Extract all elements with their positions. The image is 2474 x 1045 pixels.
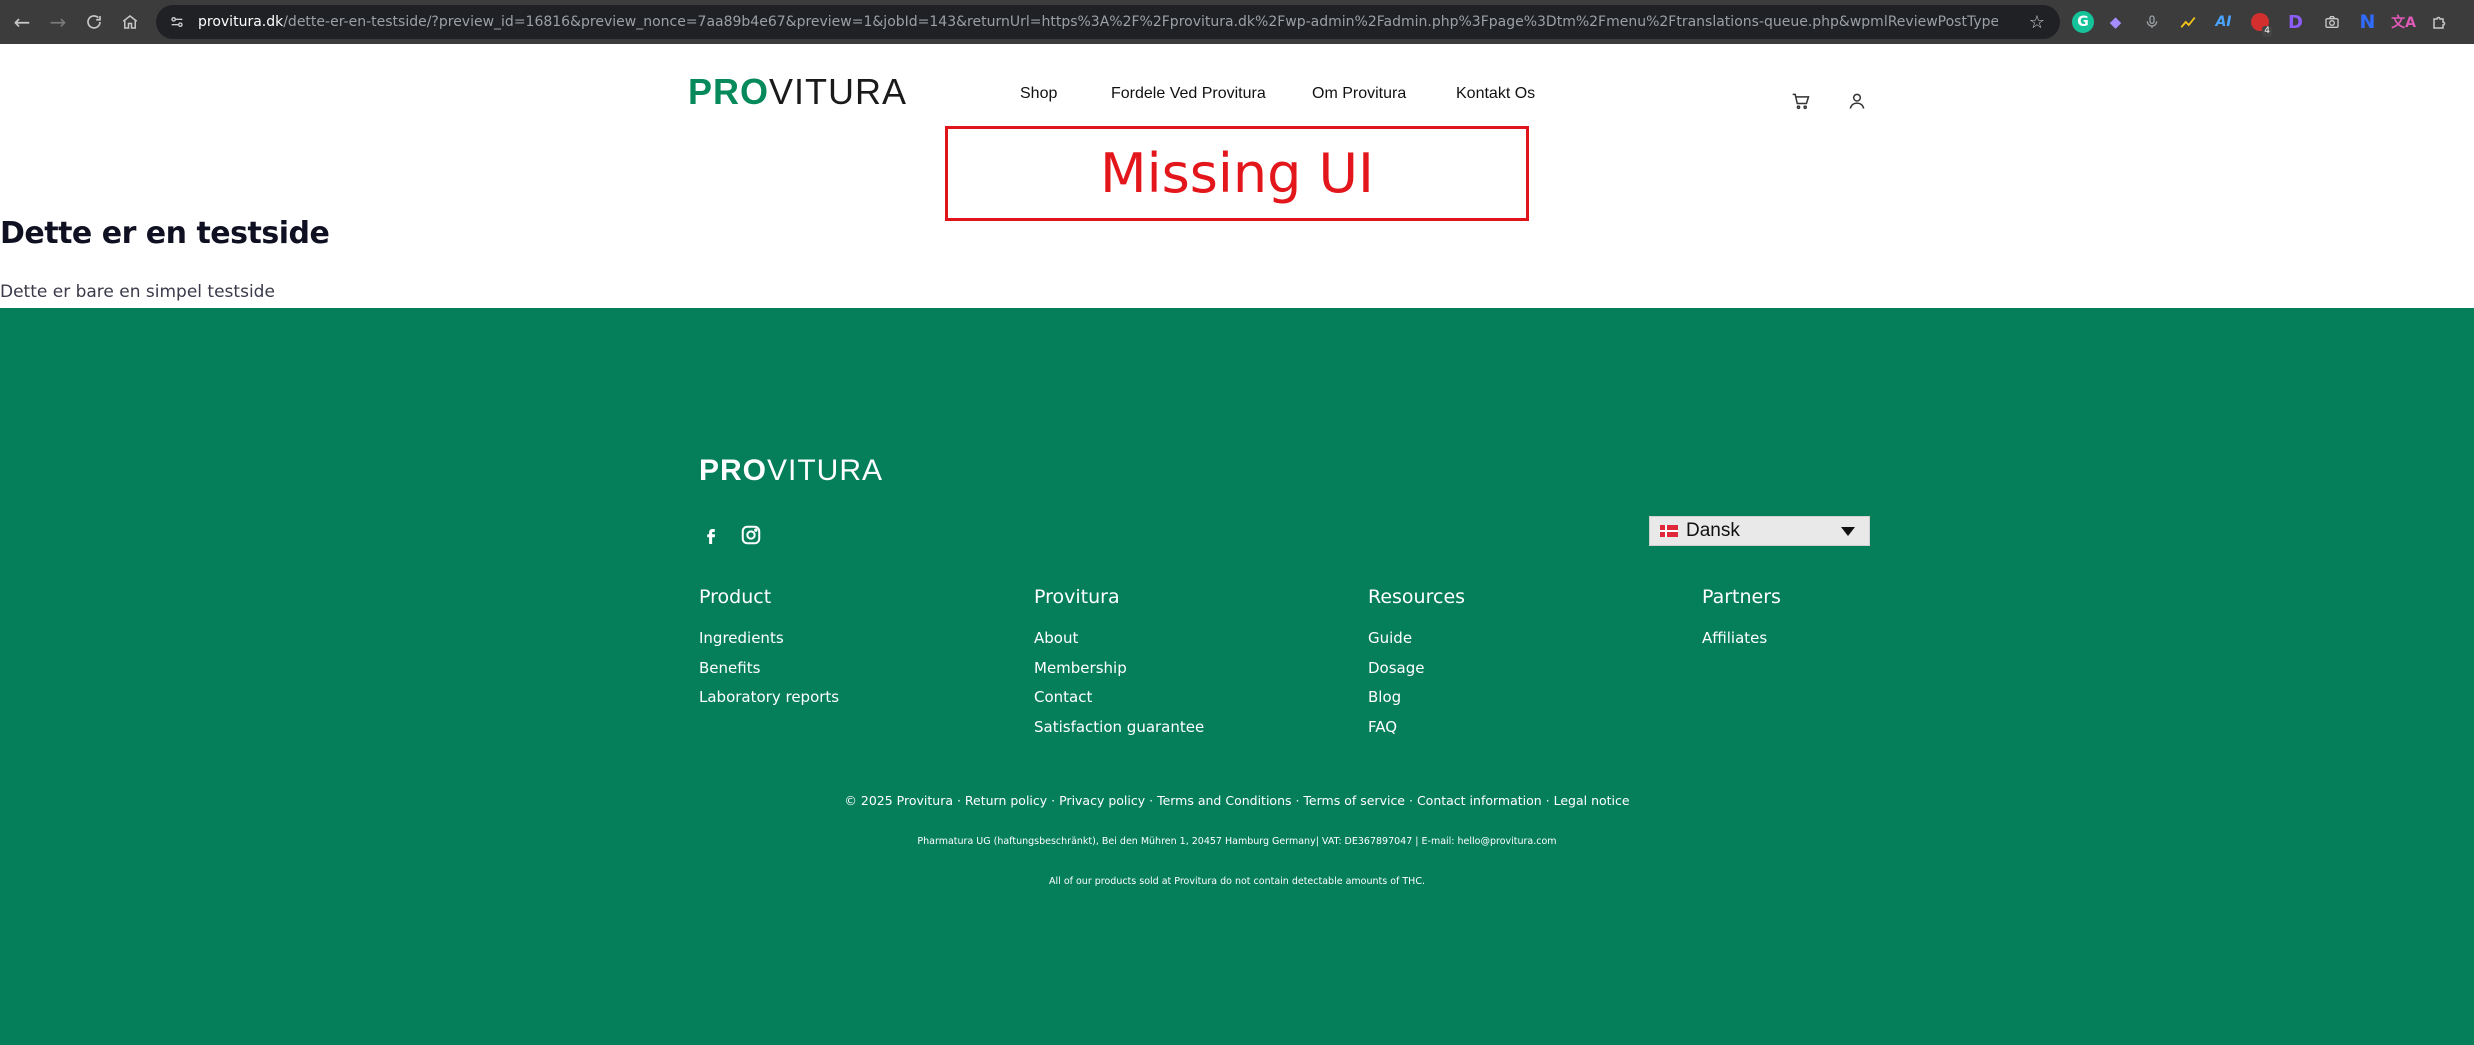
nav-buttons: ← → — [0, 4, 148, 40]
footer-logo[interactable]: PROVITURA — [699, 454, 883, 488]
logo-pro-text: PRO — [688, 71, 770, 112]
url-host: provitura.dk — [198, 14, 284, 30]
thc-notice: All of our products sold at Provitura do… — [1049, 876, 1425, 887]
footer-legal-bar: © 2025 Provitura · Return policy · Priva… — [0, 792, 2474, 810]
site-header: PROVITURA Shop Fordele Ved Provitura Om … — [0, 44, 2474, 122]
home-icon[interactable] — [112, 4, 148, 40]
grammarly-extension-icon[interactable]: G — [2072, 11, 2094, 33]
footer-column-resources: Resources Guide Dosage Blog FAQ — [1368, 584, 1465, 742]
footer-link-guide[interactable]: Guide — [1368, 624, 1465, 654]
denmark-flag-icon — [1660, 525, 1678, 537]
separator: · — [1541, 793, 1554, 808]
missing-ui-placeholder: Missing UI — [945, 126, 1529, 221]
back-icon[interactable]: ← — [4, 4, 40, 40]
purple-diamond-extension-icon[interactable]: ◆ — [2101, 8, 2130, 37]
address-bar[interactable]: provitura.dk/dette-er-en-testside/?previ… — [156, 5, 2060, 39]
account-icon[interactable] — [1844, 88, 1870, 114]
footer-column-provitura: Provitura About Membership Contact Satis… — [1034, 584, 1204, 742]
site-info-icon[interactable] — [162, 9, 192, 35]
footer-link-dosage[interactable]: Dosage — [1368, 654, 1465, 684]
browser-toolbar: ← → provitura.dk/dette-er-en-testside/?p… — [0, 0, 2474, 44]
legal-link-contact-information[interactable]: Contact information — [1417, 793, 1542, 808]
footer-link-benefits[interactable]: Benefits — [699, 654, 839, 684]
page-body-text: Dette er bare en simpel testside — [0, 282, 275, 302]
legal-link-terms-of-service[interactable]: Terms of service — [1303, 793, 1405, 808]
separator: · — [1291, 793, 1304, 808]
separator: · — [953, 793, 965, 808]
translate-extension-icon[interactable]: 文A — [2389, 8, 2418, 37]
footer-link-ingredients[interactable]: Ingredients — [699, 624, 839, 654]
language-selected-value: Dansk — [1686, 520, 1740, 541]
footer-column-product: Product Ingredients Benefits Laboratory … — [699, 584, 839, 713]
dropdown-caret-icon — [1841, 527, 1855, 536]
forward-icon[interactable]: → — [40, 4, 76, 40]
nav-shop[interactable]: Shop — [1020, 84, 1057, 104]
footer-link-satisfaction-guarantee[interactable]: Satisfaction guarantee — [1034, 713, 1204, 743]
page-title: Dette er en testside — [0, 216, 330, 251]
footer-logo-pro-text: PRO — [699, 454, 768, 487]
separator: · — [1047, 793, 1060, 808]
ai-extension-icon[interactable]: AI — [2209, 8, 2238, 37]
url-text: provitura.dk/dette-er-en-testside/?previ… — [198, 14, 1998, 30]
bookmark-star-icon[interactable]: ☆ — [2024, 9, 2050, 35]
legal-link-legal-notice[interactable]: Legal notice — [1554, 793, 1630, 808]
site-logo[interactable]: PROVITURA — [688, 72, 907, 112]
footer-link-faq[interactable]: FAQ — [1368, 713, 1465, 743]
microphone-extension-icon[interactable] — [2137, 8, 2166, 37]
legal-link-privacy-policy[interactable]: Privacy policy — [1059, 793, 1145, 808]
footer-column-heading: Product — [699, 586, 772, 608]
nav-om-provitura[interactable]: Om Provitura — [1312, 84, 1406, 104]
legal-link-terms-and-conditions[interactable]: Terms and Conditions — [1157, 793, 1291, 808]
separator: · — [1405, 793, 1417, 808]
copyright-text: © 2025 Provitura — [844, 793, 953, 808]
language-select[interactable]: Dansk — [1649, 516, 1870, 546]
cart-icon[interactable] — [1788, 88, 1814, 114]
separator: · — [1145, 793, 1158, 808]
footer-link-blog[interactable]: Blog — [1368, 683, 1465, 713]
logo-vitura-text: VITURA — [769, 71, 908, 112]
site-footer: PROVITURA Dansk Product Ingredients Bene… — [0, 308, 2474, 1045]
missing-ui-label: Missing UI — [1100, 141, 1374, 205]
extensions-bar: G ◆ AI 4 D N 文A — [2072, 6, 2454, 38]
footer-link-membership[interactable]: Membership — [1034, 654, 1204, 684]
footer-column-heading: Partners — [1702, 586, 1781, 608]
footer-column-heading: Resources — [1368, 586, 1466, 608]
footer-link-laboratory-reports[interactable]: Laboratory reports — [699, 683, 839, 713]
reload-icon[interactable] — [76, 4, 112, 40]
red-badge-extension-icon[interactable]: 4 — [2245, 8, 2274, 37]
footer-link-affiliates[interactable]: Affiliates — [1702, 624, 1781, 654]
chart-line-extension-icon[interactable] — [2173, 8, 2202, 37]
footer-column-partners: Partners Affiliates — [1702, 584, 1781, 654]
company-info: Pharmatura UG (haftungsbeschränkt), Bei … — [917, 836, 1557, 847]
d-extension-icon[interactable]: D — [2281, 8, 2310, 37]
camera-extension-icon[interactable] — [2317, 8, 2346, 37]
nav-fordele[interactable]: Fordele Ved Provitura — [1111, 84, 1266, 104]
footer-link-about[interactable]: About — [1034, 624, 1204, 654]
footer-logo-vitura-text: VITURA — [767, 454, 884, 487]
extension-badge-count: 4 — [2262, 25, 2272, 37]
legal-link-return-policy[interactable]: Return policy — [965, 793, 1047, 808]
instagram-icon[interactable] — [738, 522, 764, 548]
footer-column-heading: Provitura — [1034, 586, 1120, 608]
url-path: /dette-er-en-testside/?preview_id=16816&… — [283, 14, 1998, 30]
n-extension-icon[interactable]: N — [2353, 8, 2382, 37]
facebook-icon[interactable] — [698, 522, 724, 548]
nav-kontakt[interactable]: Kontakt Os — [1456, 84, 1535, 104]
footer-link-contact[interactable]: Contact — [1034, 683, 1204, 713]
extensions-puzzle-icon[interactable] — [2425, 8, 2454, 37]
